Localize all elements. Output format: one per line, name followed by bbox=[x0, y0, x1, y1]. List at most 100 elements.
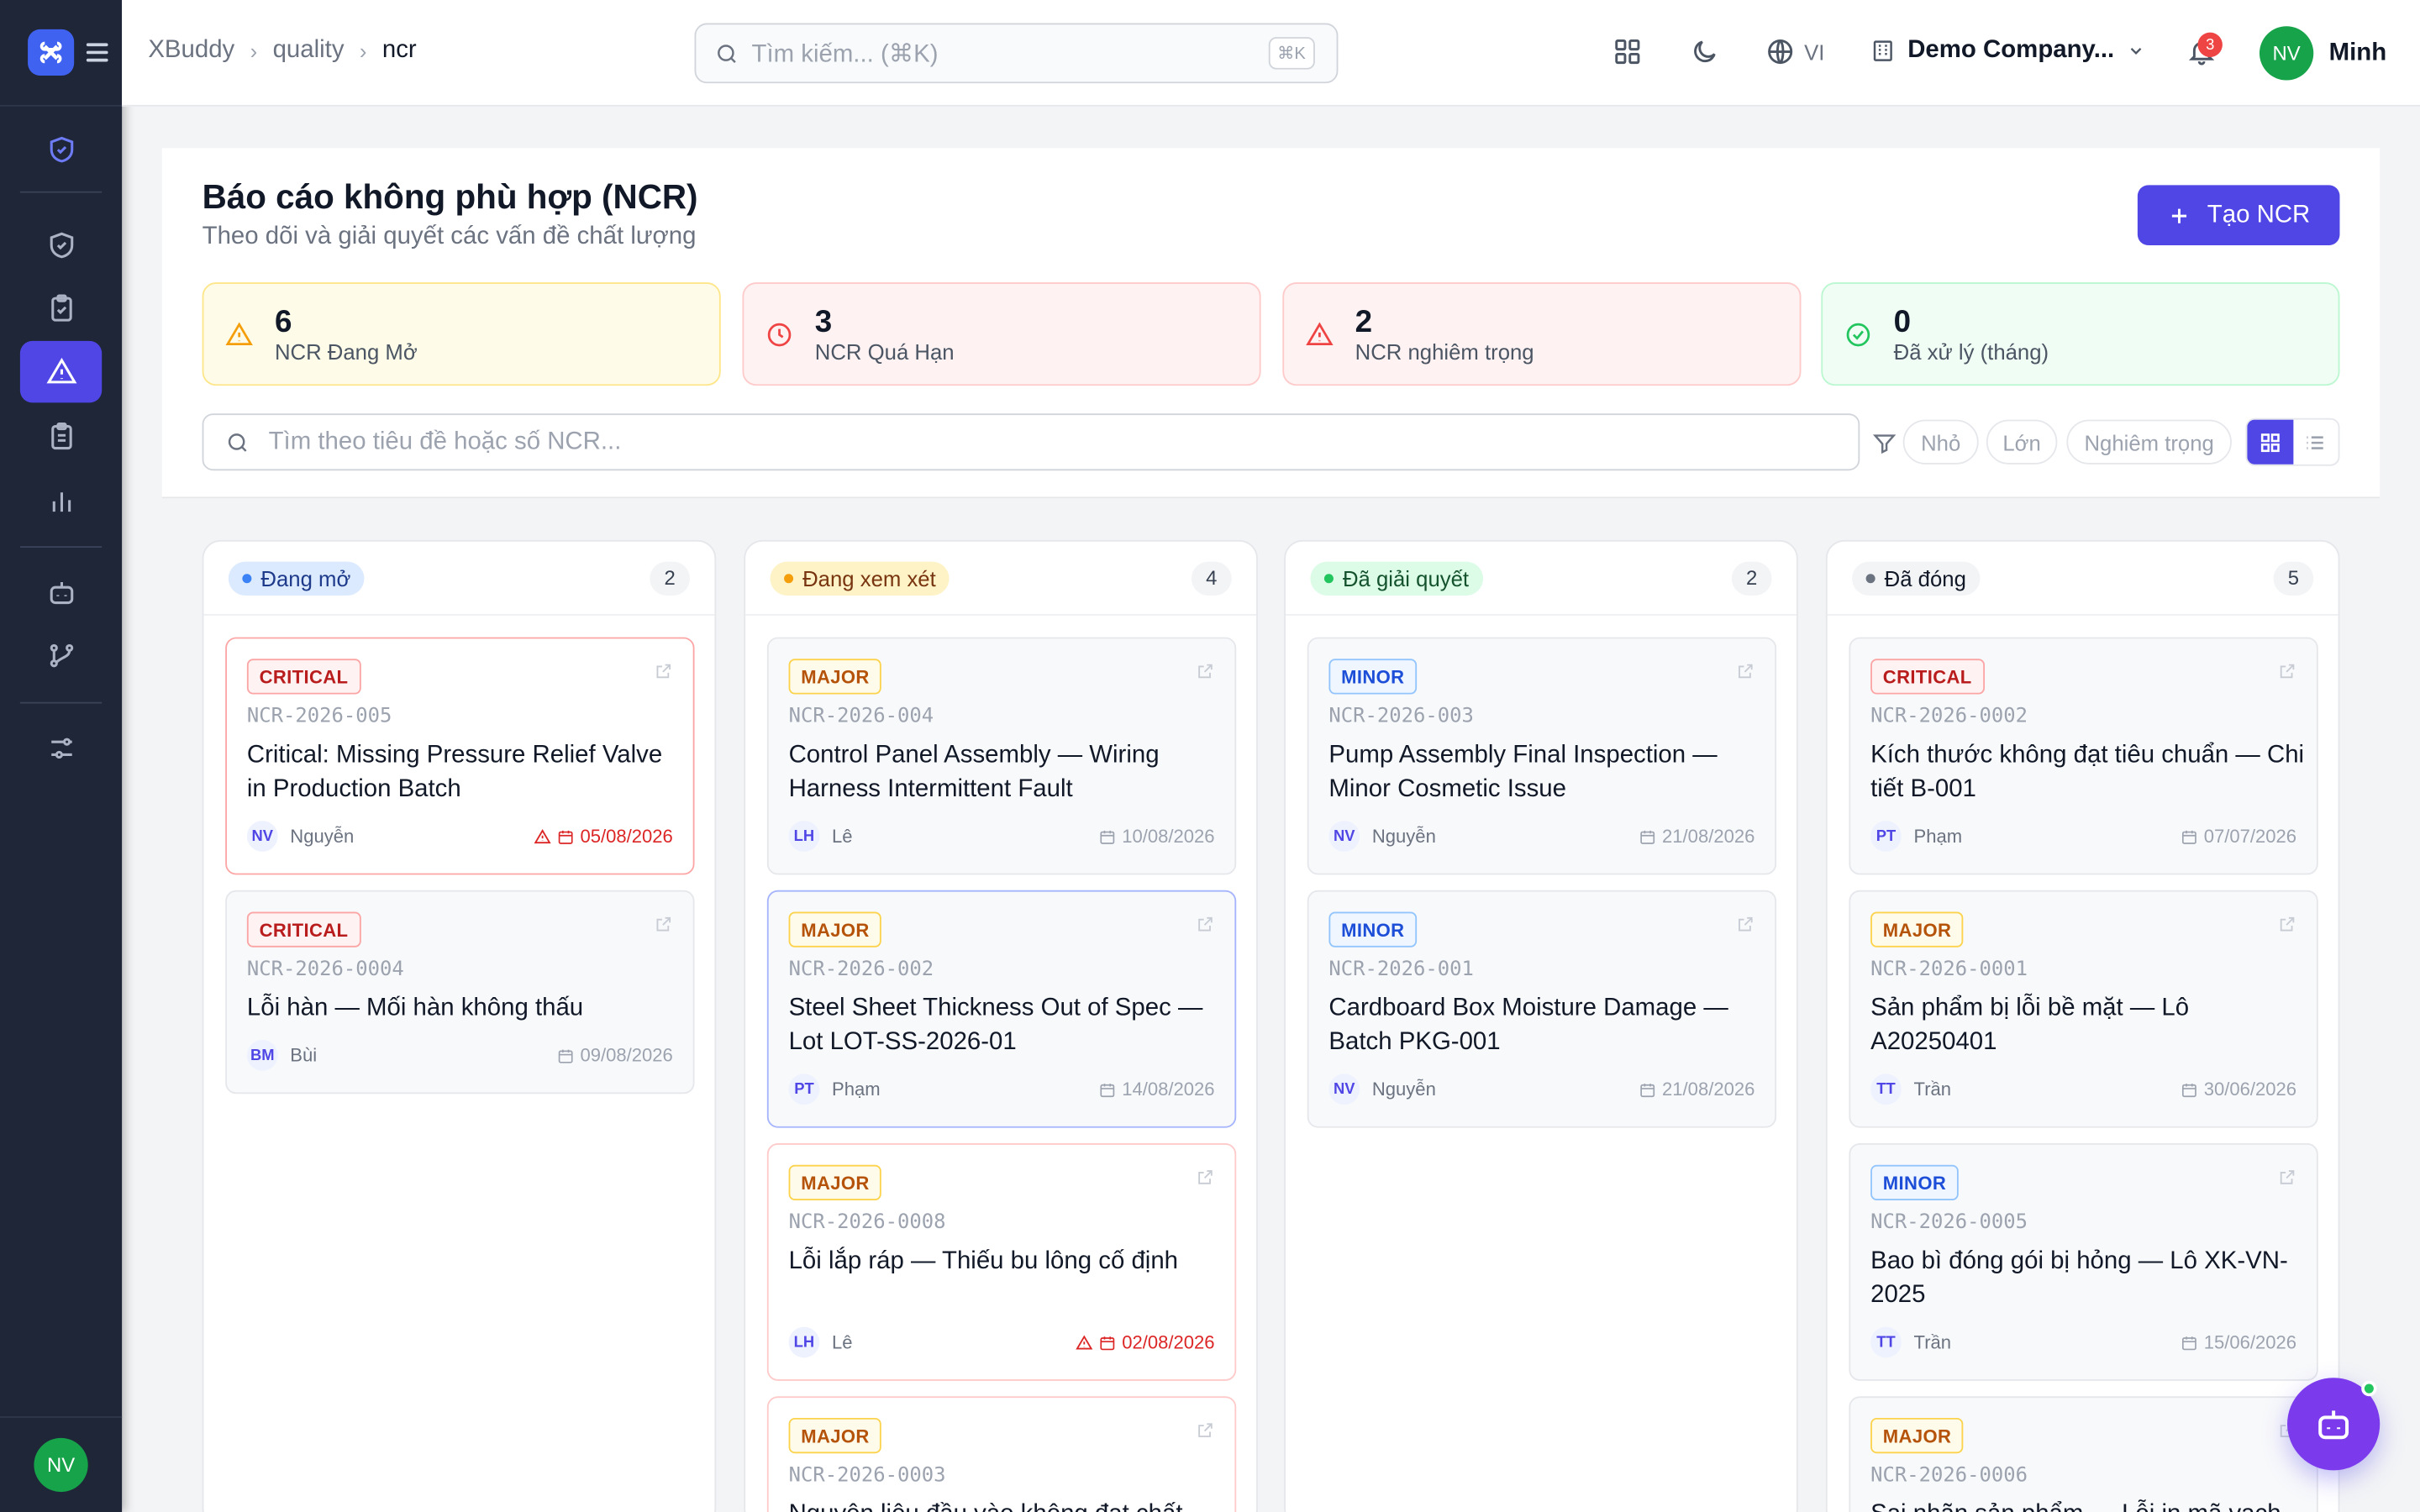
online-status-dot bbox=[2361, 1380, 2377, 1397]
sidebar-item-checklists[interactable] bbox=[20, 278, 102, 339]
assignee: BM Bùi bbox=[246, 1039, 317, 1071]
stat-value: 2 bbox=[1355, 304, 1373, 339]
sidebar-item-ncr[interactable] bbox=[19, 340, 103, 403]
kanban-column: Đang mở 2 CRITICAL NCR-2026-005 Critical: Mi… bbox=[202, 539, 717, 1512]
external-link-icon[interactable] bbox=[655, 913, 673, 941]
severity-badge: MAJOR bbox=[788, 911, 882, 948]
ncr-number: NCR-2026-004 bbox=[788, 705, 934, 728]
sidebar-item-analytics[interactable] bbox=[20, 470, 102, 532]
sidebar-item-ai-assistant[interactable] bbox=[20, 562, 102, 623]
filter-chip-critical[interactable]: Nghiêm trọng bbox=[2066, 419, 2232, 465]
severity-badge: MAJOR bbox=[788, 659, 882, 695]
column-header: Đã giải quyết 2 bbox=[1285, 542, 1797, 616]
ncr-card[interactable]: MAJOR NCR-2026-0006 Sai nhãn sản phẩm — Lỗ… bbox=[1849, 1396, 2318, 1512]
ncr-card[interactable]: MINOR NCR-2026-003 Pump Assembly Final Ins… bbox=[1307, 637, 1777, 875]
filter-chip-minor[interactable]: Nhỏ bbox=[1902, 419, 1979, 465]
column-title: Đã đóng bbox=[1884, 565, 1966, 591]
due-date: 21/08/2026 bbox=[1639, 1079, 1754, 1100]
external-link-icon[interactable] bbox=[1736, 660, 1754, 688]
assignee-avatar: BM bbox=[246, 1039, 278, 1071]
due-date: 30/06/2026 bbox=[2181, 1079, 2296, 1100]
ncr-search-input[interactable]: Tìm theo tiêu đề hoặc số NCR... bbox=[202, 413, 1860, 471]
column-count-badge: 2 bbox=[1731, 560, 1772, 596]
top-bar: XBuddy › quality › ncr Tìm kiếm... (⌘K) … bbox=[122, 0, 2420, 107]
due-date-text: 10/08/2026 bbox=[1122, 825, 1215, 848]
ncr-number: NCR-2026-002 bbox=[788, 958, 934, 982]
external-link-icon[interactable] bbox=[1196, 1420, 1214, 1447]
ncr-card[interactable]: MINOR NCR-2026-001 Cardboard Box Moisture … bbox=[1307, 890, 1777, 1128]
sidebar-item-settings[interactable] bbox=[20, 717, 102, 779]
external-link-icon[interactable] bbox=[1196, 660, 1214, 688]
ncr-card[interactable]: CRITICAL NCR-2026-0004 Lỗi hàn — Mối hàn k… bbox=[225, 890, 695, 1095]
create-ncr-button[interactable]: Tạo NCR bbox=[2137, 185, 2340, 246]
filter-icon[interactable] bbox=[1872, 430, 1897, 463]
breadcrumb-item[interactable]: XBuddy bbox=[148, 37, 234, 65]
sidebar-item-workflows[interactable] bbox=[20, 625, 102, 686]
sidebar-item-reports[interactable] bbox=[20, 406, 102, 467]
external-link-icon[interactable] bbox=[655, 660, 673, 688]
app-logo-icon[interactable] bbox=[28, 29, 75, 76]
filter-chip-major[interactable]: Lớn bbox=[1986, 419, 2058, 465]
external-link-icon[interactable] bbox=[1196, 1167, 1214, 1194]
stat-card-resolved: 0 Đã xử lý (tháng) bbox=[1821, 282, 2340, 386]
assignee-avatar: LH bbox=[788, 821, 820, 852]
column-count-badge: 2 bbox=[650, 560, 691, 596]
column-status-pill: Đang xem xét bbox=[770, 560, 950, 596]
page-header-panel: Báo cáo không phù hợp (NCR) Theo dõi và … bbox=[161, 148, 2381, 499]
alert-triangle-icon bbox=[225, 321, 253, 345]
ncr-title: Kích thước không đạt tiêu chuẩn — Chi ti… bbox=[1870, 742, 2305, 803]
apps-grid-icon[interactable] bbox=[1612, 37, 1642, 74]
list-view-button[interactable] bbox=[2292, 420, 2338, 465]
global-search-input[interactable]: Tìm kiếm... (⌘K) ⌘K bbox=[694, 23, 1339, 84]
stat-value: 6 bbox=[274, 304, 292, 339]
stat-card-overdue: 3 NCR Quá Hạn bbox=[742, 282, 1261, 386]
ncr-card[interactable]: MINOR NCR-2026-0005 Bao bì đóng gói bị hỏn… bbox=[1849, 1143, 2318, 1381]
column-title: Đang xem xét bbox=[802, 565, 936, 591]
bot-icon bbox=[49, 582, 73, 605]
breadcrumb-current: ncr bbox=[381, 37, 417, 64]
search-icon bbox=[228, 433, 247, 451]
ncr-card[interactable]: MAJOR NCR-2026-0001 Sản phẩm bị lỗi bề mặt… bbox=[1849, 890, 2318, 1128]
ncr-card[interactable]: MAJOR NCR-2026-004 Control Panel Assembly … bbox=[766, 637, 1237, 875]
alert-triangle-icon bbox=[534, 828, 551, 843]
column-status-pill: Đã giải quyết bbox=[1310, 560, 1483, 596]
dark-mode-moon-icon[interactable] bbox=[1690, 37, 1719, 74]
external-link-icon[interactable] bbox=[2278, 1167, 2296, 1194]
ncr-card[interactable]: MAJOR NCR-2026-0008 Lỗi lắp ráp — Thiếu bu… bbox=[766, 1143, 1237, 1381]
ncr-number: NCR-2026-0001 bbox=[1870, 958, 2028, 982]
ncr-card[interactable]: MAJOR NCR-2026-002 Steel Sheet Thickness O… bbox=[766, 890, 1237, 1128]
ncr-title: Nguyên liệu đầu vào không đạt chất lượng bbox=[789, 1498, 1224, 1512]
ncr-card[interactable]: CRITICAL NCR-2026-005 Critical: Missing Pr… bbox=[225, 637, 695, 875]
ncr-number: NCR-2026-003 bbox=[1328, 705, 1474, 728]
clock-icon bbox=[767, 322, 792, 346]
view-toggle bbox=[2245, 417, 2340, 466]
kanban-view-button[interactable] bbox=[2247, 419, 2293, 465]
menu-toggle-icon[interactable] bbox=[86, 39, 108, 66]
external-link-icon[interactable] bbox=[1736, 913, 1754, 941]
ncr-card[interactable]: MAJOR NCR-2026-0003 Nguyên liệu đầu vào kh… bbox=[766, 1396, 1237, 1512]
breadcrumb-item[interactable]: quality bbox=[273, 37, 345, 65]
external-link-icon[interactable] bbox=[1196, 913, 1214, 941]
chevron-down-icon bbox=[2130, 48, 2142, 55]
ncr-title: Pump Assembly Final Inspection — Minor C… bbox=[1328, 742, 1718, 803]
ncr-card[interactable]: CRITICAL NCR-2026-0002 Kích thước không đạ… bbox=[1849, 637, 2318, 875]
stat-card-critical: 2 NCR nghiêm trọng bbox=[1282, 282, 1802, 386]
severity-badge: CRITICAL bbox=[246, 911, 361, 948]
sidebar-item-inspections[interactable] bbox=[20, 214, 102, 276]
assignee-name: Lê bbox=[831, 1331, 853, 1353]
language-switcher[interactable]: VI bbox=[1765, 37, 1824, 66]
external-link-icon[interactable] bbox=[2278, 660, 2296, 688]
external-link-icon[interactable] bbox=[2278, 913, 2296, 941]
company-switcher[interactable]: Demo Company... bbox=[1870, 37, 2145, 65]
calendar-icon bbox=[558, 1048, 573, 1063]
shield-icon bbox=[49, 136, 73, 163]
kanban-column: Đang xem xét 4 MAJOR NCR-2026-004 Control Pa… bbox=[744, 539, 1258, 1512]
assignee: LH Lê bbox=[788, 821, 853, 852]
user-menu[interactable]: NV Minh bbox=[2259, 26, 2386, 81]
assignee: NV Nguyễn bbox=[1328, 821, 1436, 852]
sidebar-user-avatar[interactable]: NV bbox=[34, 1437, 88, 1493]
assignee: PT Phạm bbox=[1870, 821, 1962, 852]
ncr-title: Critical: Missing Pressure Relief Valve … bbox=[246, 742, 663, 803]
calendar-icon bbox=[2181, 1083, 2196, 1097]
sidebar-item-quality-home[interactable] bbox=[20, 118, 102, 180]
